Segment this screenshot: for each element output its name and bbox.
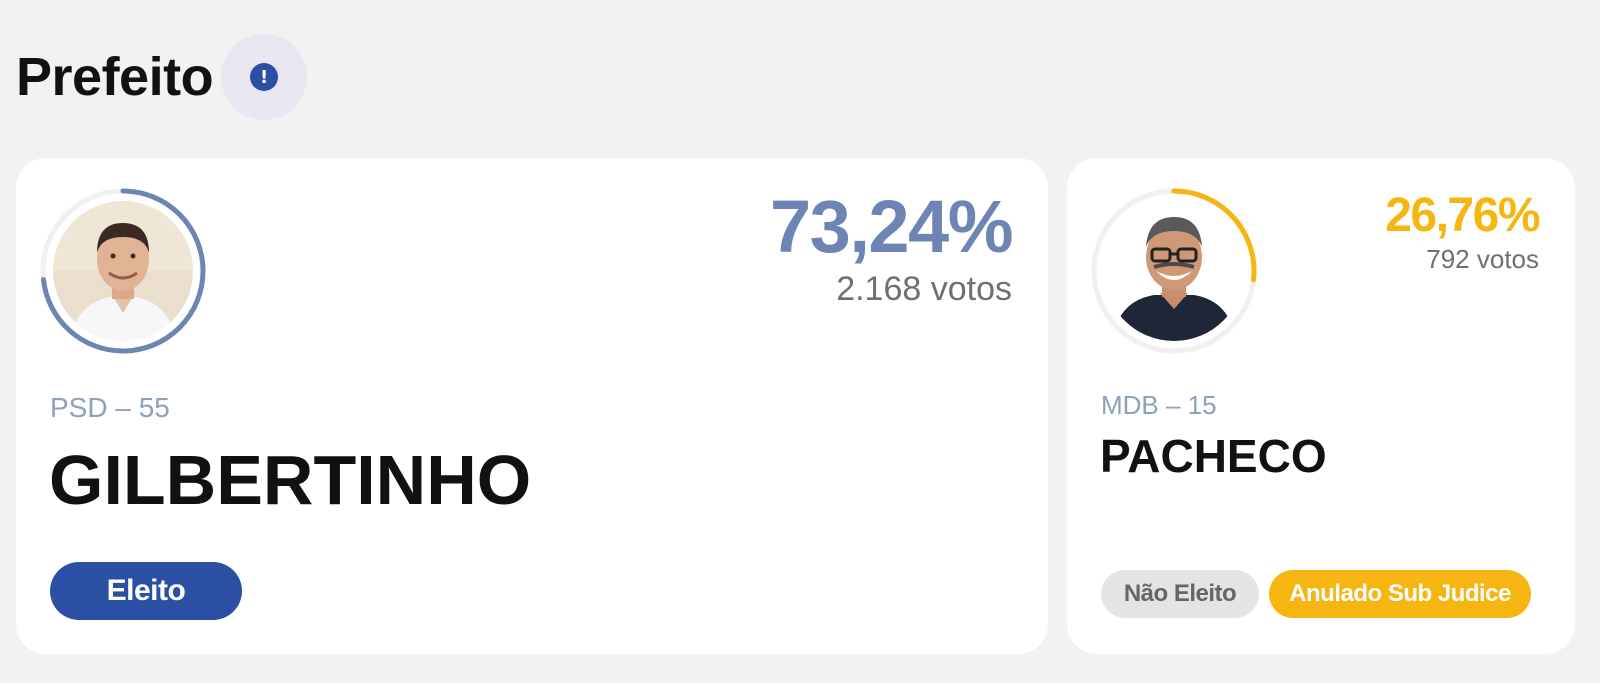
candidate-avatar-ring	[40, 188, 206, 354]
page: Prefeito ! 73,24% 2.168 votos PSD – 55 G…	[0, 0, 1600, 683]
exclamation-icon: !	[250, 63, 279, 91]
candidate-card-gilbertinho[interactable]: 73,24% 2.168 votos PSD – 55 GILBERTINHO …	[16, 158, 1048, 654]
info-button[interactable]: !	[221, 34, 308, 120]
party-number: PSD – 55	[50, 392, 170, 423]
vote-percentage: 26,76%	[1385, 189, 1540, 242]
not-elected-badge: Não Eleito	[1101, 570, 1259, 618]
candidate-name: PACHECO	[1100, 430, 1327, 482]
vote-count: 792 votos	[1426, 244, 1539, 274]
vote-percentage: 73,24%	[770, 185, 1013, 268]
page-title: Prefeito	[16, 47, 214, 107]
elected-badge: Eleito	[50, 562, 242, 620]
sub-judice-badge: Anulado Sub Judice	[1269, 570, 1531, 618]
party-number: MDB – 15	[1101, 390, 1217, 420]
vote-count: 2.168 votos	[836, 270, 1012, 308]
candidate-photo	[53, 201, 193, 341]
section-header: Prefeito !	[16, 34, 308, 120]
candidate-photo	[1104, 201, 1244, 341]
candidate-avatar-ring	[1091, 188, 1257, 354]
candidate-card-pacheco[interactable]: 26,76% 792 votos MDB – 15 PACHECO Não El…	[1067, 158, 1575, 654]
candidate-name: GILBERTINHO	[49, 441, 532, 519]
